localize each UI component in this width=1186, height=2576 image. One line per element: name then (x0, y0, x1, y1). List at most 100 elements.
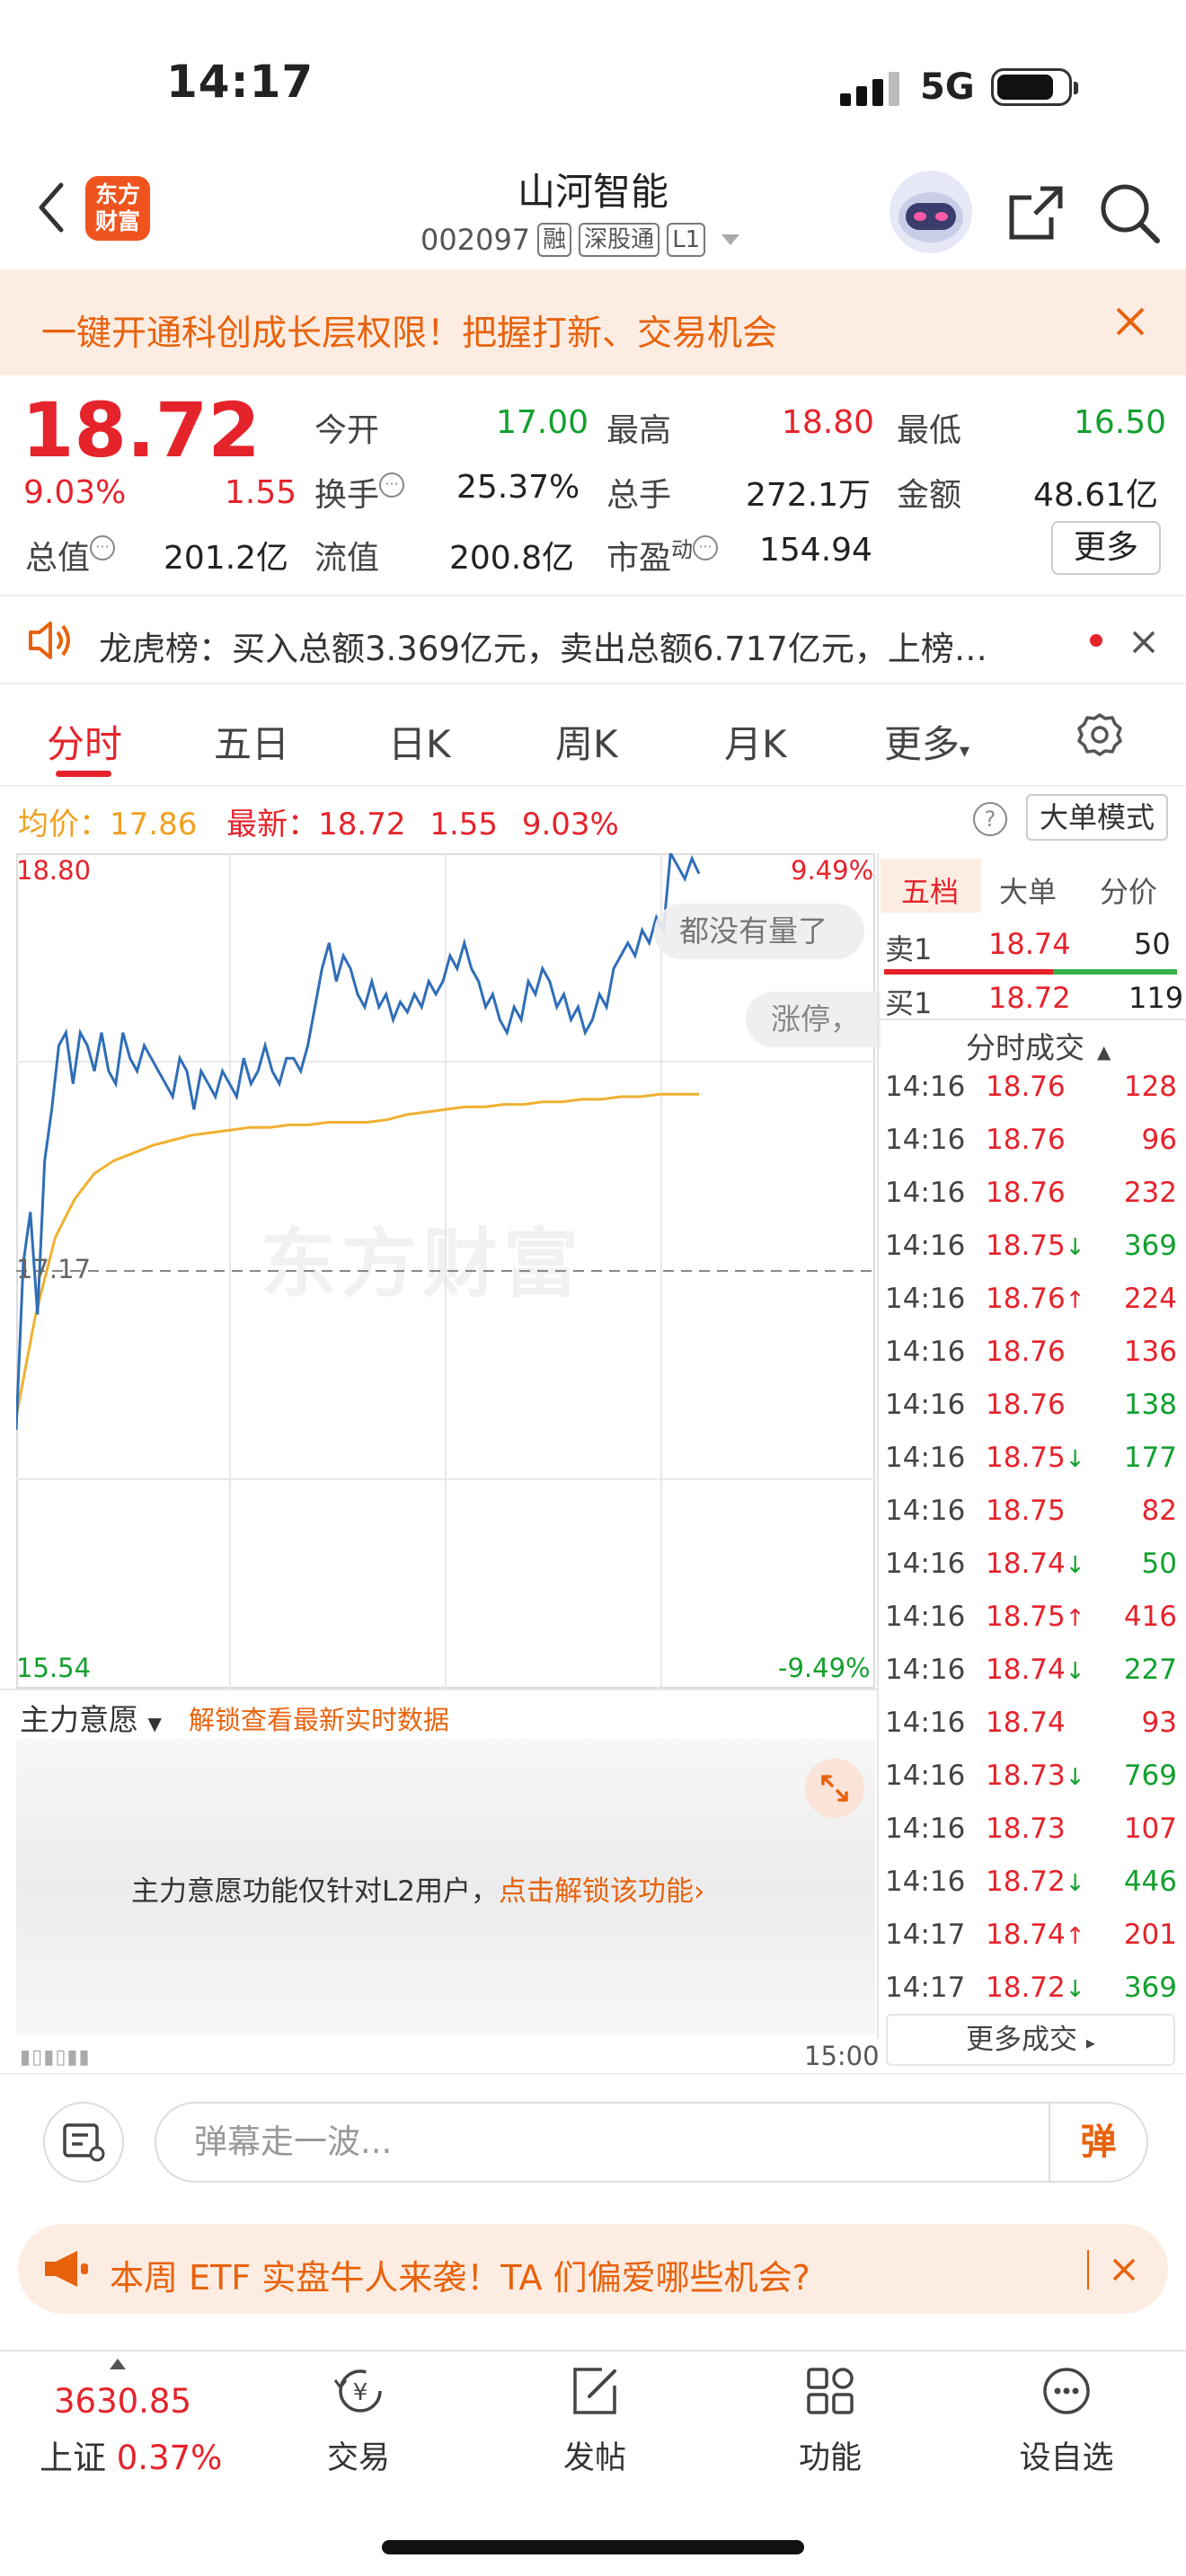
trade-row: 14:16 18.75↑ 416 (885, 1601, 1177, 1654)
main-force-dropdown[interactable]: 主力意愿 ▼ (20, 1696, 162, 1739)
help-icon[interactable]: ? (973, 802, 1007, 836)
index-ticker[interactable]: 上证 0.37% (40, 2430, 222, 2479)
trade-price: 18.74 (986, 1654, 1066, 1686)
tab-monthly-k[interactable]: 月K (724, 714, 787, 769)
open-label: 今开 (314, 412, 380, 449)
index-value[interactable]: 3630.85 (54, 2382, 191, 2421)
total-mv-label[interactable]: 总值 ··· (25, 532, 116, 578)
buy-ratio-bar (1053, 969, 1177, 975)
danmaku-send-button[interactable]: 弹 (1049, 2104, 1146, 2181)
gear-icon[interactable] (1075, 710, 1125, 760)
trade-volume: 93 (1141, 1707, 1177, 1739)
trade-time: 14:16 (885, 1230, 966, 1262)
trade-time: 14:16 (885, 1760, 966, 1792)
notice-text[interactable]: 龙虎榜：买入总额3.369亿元，卖出总额6.717亿元，上榜… (99, 622, 987, 670)
trade-volume: 177 (1123, 1442, 1177, 1474)
info-icon[interactable]: ··· (90, 535, 116, 560)
trade-time: 14:16 (885, 1283, 966, 1315)
info-icon[interactable]: ··· (693, 535, 719, 560)
close-icon[interactable] (1111, 2256, 1137, 2283)
volume-value: 272.1万 (746, 477, 872, 514)
trade-volume: 50 (1141, 1548, 1177, 1580)
tab-five-level[interactable]: 五档 (901, 869, 959, 911)
trade-direction: ↓ (1065, 1446, 1085, 1473)
more-button[interactable]: 更多 (1051, 521, 1161, 575)
status-time: 14:17 (166, 56, 314, 108)
trade-price: 18.76 (986, 1177, 1066, 1209)
tab-daily-k[interactable]: 日K (388, 714, 451, 769)
trade-price: 18.76 (986, 1071, 1066, 1103)
tab-big-order[interactable]: 大单 (999, 869, 1057, 911)
trade-price: 18.73 (986, 1813, 1066, 1845)
trade-direction: ↑ (1065, 1923, 1085, 1950)
trade-price: 18.74 (986, 1548, 1066, 1580)
trade-price: 18.75 (986, 1601, 1066, 1633)
trade-volume: 136 (1123, 1336, 1177, 1368)
nav-functions[interactable]: 功能 (763, 2362, 898, 2478)
edit-icon (573, 2368, 616, 2414)
trade-volume: 138 (1123, 1389, 1177, 1421)
danmaku-input[interactable]: 弹幕走一波... (155, 2102, 1148, 2183)
trade-time: 14:16 (885, 1654, 966, 1686)
buy1-price: 18.72 (988, 981, 1071, 1015)
trade-price: 18.76 (986, 1124, 1066, 1156)
danmaku-bubble[interactable]: 涨停， (746, 992, 881, 1047)
low-label: 最低 (897, 412, 962, 449)
trade-time: 14:16 (885, 1548, 966, 1580)
tab-more[interactable]: 更多▾ (884, 714, 969, 769)
nav-trade[interactable]: ¥ 交易 (291, 2362, 426, 2478)
trade-volume: 416 (1123, 1601, 1177, 1633)
stock-code: 002097 (420, 223, 531, 257)
sell1-volume: 50 (1134, 927, 1171, 961)
info-icon[interactable]: ··· (379, 472, 405, 498)
turnover-label[interactable]: 换手 ··· (314, 469, 405, 516)
trade-volume: 107 (1123, 1813, 1177, 1845)
search-icon[interactable] (1098, 181, 1161, 244)
tab-price-dist[interactable]: 分价 (1100, 869, 1157, 911)
danmaku-settings-icon[interactable] (43, 2102, 124, 2183)
svg-text:¥: ¥ (353, 2379, 368, 2406)
promo-text[interactable]: 本周 ETF 实盘牛人来袭！TA 们偏爱哪些机会? (110, 2250, 810, 2299)
avg-price-line (16, 1092, 699, 1417)
big-order-mode-button[interactable]: 大单模式 (1026, 794, 1168, 841)
assistant-avatar[interactable] (890, 171, 972, 253)
main-force-unlock-link[interactable]: 解锁查看最新实时数据 (189, 1699, 449, 1737)
volume-label: 总手 (606, 477, 672, 514)
tab-intraday[interactable]: 分时 (47, 714, 122, 769)
expand-icon[interactable] (805, 1759, 864, 1818)
pe-label[interactable]: 市盈动 ··· (606, 532, 719, 578)
trade-volume: 369 (1123, 1230, 1177, 1262)
danmaku-bubble[interactable]: 都没有量了 (654, 904, 864, 959)
trade-volume: 96 (1141, 1124, 1177, 1156)
trade-time: 14:16 (885, 1336, 966, 1368)
trade-time: 14:16 (885, 1601, 966, 1633)
trade-row: 14:16 18.74 93 (885, 1707, 1177, 1760)
trade-time: 14:16 (885, 1707, 966, 1739)
share-icon[interactable] (1005, 181, 1067, 244)
price-chart-svg[interactable] (16, 853, 875, 1689)
nav-post[interactable]: 发帖 (527, 2362, 662, 2478)
unlock-feature-link[interactable]: 点击解锁该功能 (499, 1875, 694, 1908)
trade-time: 14:16 (885, 1389, 966, 1421)
float-mv-label: 流值 (314, 540, 380, 577)
divider (1087, 2250, 1089, 2289)
sell-ratio-bar (884, 969, 1053, 975)
expand-up-icon[interactable] (110, 2359, 126, 2369)
chart-header: 均价：17.86 最新：18.72 1.55 9.03% (18, 807, 619, 842)
trade-price: 18.76 (986, 1336, 1066, 1368)
stock-subtitle[interactable]: 002097 融 深股通 L1 (420, 223, 740, 257)
float-mv-value: 200.8亿 (449, 540, 575, 577)
trade-volume: 201 (1123, 1919, 1177, 1951)
banner-text[interactable]: 一键开通科创成长层权限！把握打新、交易机会 (41, 305, 777, 356)
tab-five-day[interactable]: 五日 (214, 714, 289, 769)
tab-weekly-k[interactable]: 周K (555, 714, 618, 769)
trade-price: 18.72 (986, 1972, 1066, 2004)
trades-header[interactable]: 分时成交 ▲ (966, 1024, 1111, 1067)
more-trades-button[interactable]: 更多成交 ▸ (886, 2014, 1175, 2066)
close-icon[interactable] (1111, 302, 1150, 341)
trade-volume: 128 (1123, 1071, 1177, 1103)
home-indicator[interactable] (382, 2540, 804, 2554)
nav-add-watchlist[interactable]: 设自选 (999, 2362, 1134, 2478)
trade-volume: 224 (1123, 1283, 1177, 1315)
close-icon[interactable] (1130, 629, 1157, 656)
